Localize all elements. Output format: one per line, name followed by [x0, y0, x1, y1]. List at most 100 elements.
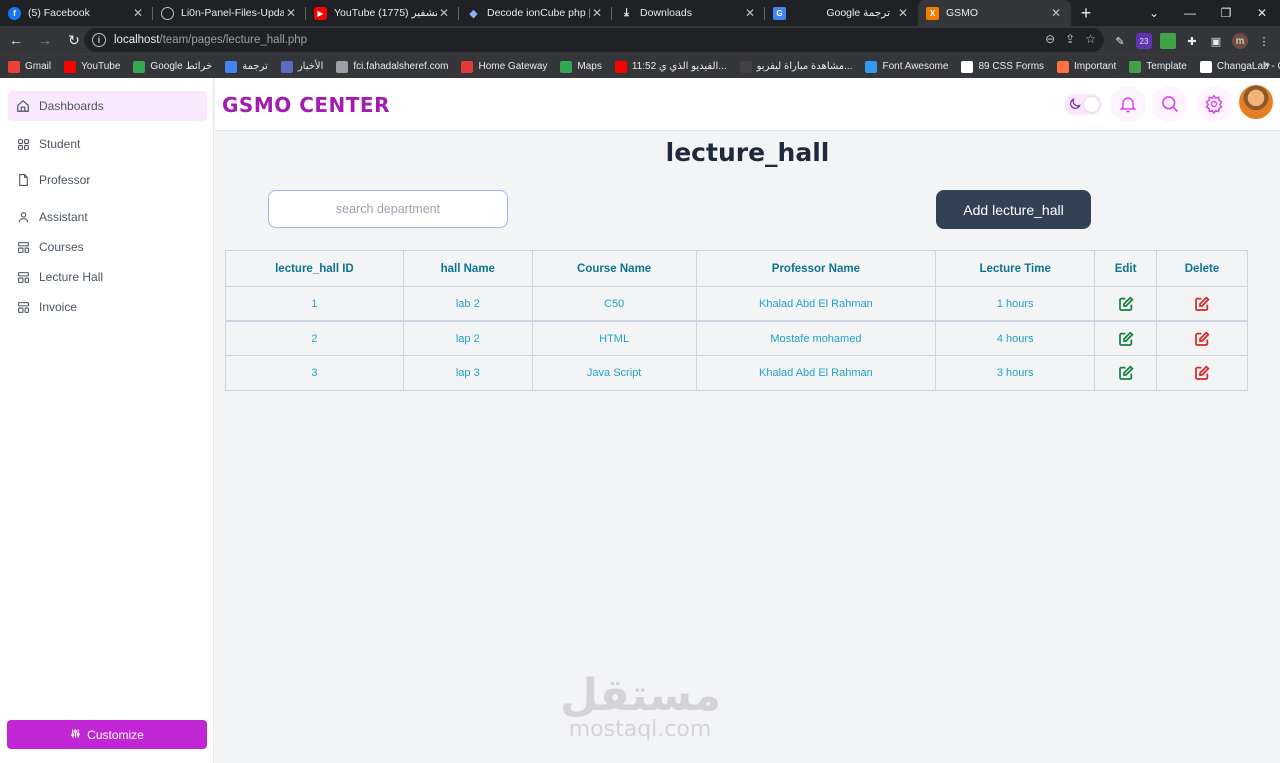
browser-tab[interactable]: f (5) Facebook ✕ [0, 0, 153, 26]
bookmark-item[interactable]: YouTube [64, 60, 120, 73]
sidebar-item-label: Invoice [39, 300, 78, 314]
close-icon[interactable]: ✕ [590, 6, 604, 20]
info-icon[interactable]: i [92, 33, 106, 47]
bookmark-item[interactable]: Gmail [8, 60, 51, 73]
bookmark-item[interactable]: مشاهدة مباراة ليفربو... [739, 60, 852, 73]
search-input[interactable] [268, 190, 508, 228]
bookmark-label: 89 CSS Forms [978, 61, 1045, 72]
sidebar-item-assistant[interactable]: Assistant [8, 202, 207, 232]
close-icon[interactable]: ✕ [284, 6, 298, 20]
sidebar-item-dashboards[interactable]: Dashboards [8, 91, 207, 121]
close-icon[interactable]: ✕ [1049, 6, 1063, 20]
bell-icon [1119, 97, 1137, 113]
cell-id: 3 [225, 355, 404, 391]
browser-tab[interactable]: Li0n-Panel-Files-Update-v ✕ [153, 0, 306, 26]
bookmarks-overflow-button[interactable]: » [1264, 59, 1270, 71]
layout-icon [16, 300, 30, 314]
bookmark-icon [560, 60, 573, 73]
address-bar[interactable]: i localhost/team/pages/lecture_hall.php … [84, 28, 1104, 52]
sliders-icon [70, 728, 81, 742]
sidebar-item-invoice[interactable]: Invoice [8, 292, 207, 322]
delete-edit-icon[interactable] [1194, 295, 1210, 312]
browser-tab[interactable]: G Google ترجمة ✕ [765, 0, 918, 26]
browser-tab[interactable]: ▶ YouTube (1775) فك تشفير ✕ [306, 0, 459, 26]
chevron-down-icon[interactable]: ⌄ [1136, 0, 1172, 26]
minimize-button[interactable]: — [1172, 0, 1208, 26]
bookmark-item[interactable]: الأخبار [280, 60, 323, 73]
notifications-button[interactable] [1110, 86, 1146, 122]
page: Dashboards Student Professor Assistant C… [0, 78, 1280, 763]
bookmark-item[interactable]: Maps [560, 60, 602, 73]
diamond-icon: ◆ [469, 7, 478, 20]
delete-edit-icon[interactable] [1194, 365, 1210, 381]
extension-badge[interactable]: 23 [1136, 33, 1152, 49]
sidebar: Dashboards Student Professor Assistant C… [0, 78, 214, 763]
zoom-icon[interactable]: ⊖ [1045, 32, 1055, 46]
sidebar-item-student[interactable]: Student [8, 129, 207, 159]
browser-tabstrip: f (5) Facebook ✕ Li0n-Panel-Files-Update… [0, 0, 1280, 26]
image-extension-icon[interactable] [1160, 33, 1176, 49]
bookmark-item[interactable]: Template [1129, 60, 1187, 73]
user-avatar[interactable] [1239, 85, 1273, 119]
bookmark-icon [961, 60, 974, 73]
brand-logo[interactable]: GSMO CENTER [222, 93, 390, 117]
add-lecture-hall-button[interactable]: Add lecture_hall [936, 190, 1091, 229]
puzzle-icon[interactable]: ✚ [1184, 33, 1200, 49]
back-button[interactable]: ← [3, 27, 29, 53]
bookmark-item[interactable]: 11:52 الفيديو الذي ي... [614, 60, 727, 73]
bookmark-item[interactable]: 89 CSS Forms [961, 60, 1045, 73]
tab-title: GSMO [946, 7, 979, 19]
restore-button[interactable]: ❐ [1208, 0, 1244, 26]
edit-icon[interactable] [1118, 330, 1134, 347]
close-window-button[interactable]: ✕ [1244, 0, 1280, 26]
close-icon[interactable]: ✕ [743, 6, 757, 20]
bookmark-label: Home Gateway [478, 61, 548, 72]
bookmark-icon [1199, 60, 1212, 73]
bookmark-icon [1129, 60, 1142, 73]
cell-id: 1 [225, 286, 404, 322]
cell-delete [1156, 286, 1248, 322]
cell-delete [1156, 320, 1248, 356]
close-icon[interactable]: ✕ [437, 6, 451, 20]
sidebar-item-lecture-hall[interactable]: Lecture Hall [8, 262, 207, 292]
browser-tab-active[interactable]: X GSMO ✕ [918, 0, 1071, 26]
sidepanel-icon[interactable]: ▣ [1208, 33, 1224, 49]
bookmark-item[interactable]: Home Gateway [461, 60, 548, 73]
dark-mode-toggle[interactable] [1064, 94, 1102, 115]
sidebar-item-professor[interactable]: Professor [8, 165, 207, 195]
column-header: hall Name [402, 250, 533, 287]
bookmark-item[interactable]: fci.fahadalsheref.com [336, 60, 448, 73]
sidebar-item-courses[interactable]: Courses [8, 232, 207, 262]
close-icon[interactable]: ✕ [131, 6, 145, 20]
pen-icon[interactable]: ✎ [1112, 33, 1128, 49]
forward-button[interactable]: → [32, 27, 58, 53]
tab-title: Downloads [640, 7, 692, 19]
edit-icon[interactable] [1118, 365, 1134, 381]
browser-tab[interactable]: ◆ Decode ionCube php | De ✕ [459, 0, 612, 26]
new-tab-button[interactable]: + [1071, 0, 1101, 26]
edit-icon[interactable] [1118, 295, 1134, 312]
bookmark-item[interactable]: Google خرائط [133, 60, 213, 73]
sidebar-item-label: Assistant [39, 210, 88, 224]
bookmark-star-icon[interactable]: ☆ [1085, 32, 1096, 46]
bookmark-icon [739, 60, 752, 73]
settings-button[interactable] [1196, 86, 1232, 122]
delete-edit-icon[interactable] [1194, 330, 1210, 347]
customize-button[interactable]: Customize [7, 720, 207, 749]
bookmark-item[interactable]: Font Awesome [865, 60, 948, 73]
menu-dots-icon[interactable]: ⋮ [1256, 33, 1272, 49]
browser-toolbar: ← → ↻ i localhost/team/pages/lecture_hal… [0, 26, 1280, 54]
sidebar-item-label: Student [39, 137, 81, 151]
bookmark-item[interactable]: Important [1057, 60, 1116, 73]
close-icon[interactable]: ✕ [896, 6, 910, 20]
search-button[interactable] [1152, 86, 1188, 122]
toggle-knob [1084, 97, 1099, 112]
profile-avatar[interactable]: m [1232, 33, 1248, 49]
sidebar-item-label: Lecture Hall [39, 270, 104, 284]
tab-title: Li0n-Panel-Files-Update-v [181, 7, 284, 19]
browser-tab[interactable]: ⤓ Downloads ✕ [612, 0, 765, 26]
bookmark-icon [8, 60, 20, 73]
share-icon[interactable]: ⇪ [1065, 32, 1075, 46]
bookmark-item[interactable]: ترجمة [225, 60, 268, 73]
bookmark-label: Google خرائط [150, 61, 213, 72]
